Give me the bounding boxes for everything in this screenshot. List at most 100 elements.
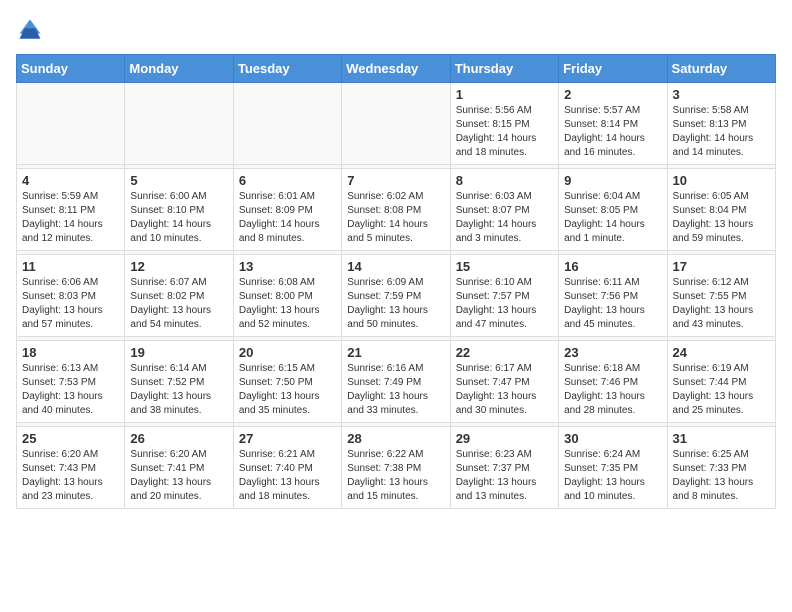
day-info: Sunrise: 6:03 AMSunset: 8:07 PMDaylight:… xyxy=(456,190,553,246)
day-header: Thursday xyxy=(450,55,558,83)
calendar-day-cell: 2Sunrise: 5:57 AMSunset: 8:14 PMDaylight… xyxy=(559,83,667,165)
day-number: 31 xyxy=(673,431,770,446)
day-info: Sunrise: 6:08 AMSunset: 8:00 PMDaylight:… xyxy=(239,276,336,332)
day-number: 17 xyxy=(673,259,770,274)
day-info: Sunrise: 6:09 AMSunset: 7:59 PMDaylight:… xyxy=(347,276,444,332)
calendar-day-cell: 16 Sunrise: 6:11 AMSunset: 7:56 PMDayligh… xyxy=(559,255,667,337)
day-info: Sunrise: 6:10 AMSunset: 7:57 PMDaylight:… xyxy=(456,276,553,332)
calendar-day-cell: 23 Sunrise: 6:18 AMSunset: 7:46 PMDayligh… xyxy=(559,341,667,423)
calendar-table: SundayMondayTuesdayWednesdayThursdayFrid… xyxy=(16,54,776,509)
day-info: Sunrise: 6:06 AMSunset: 8:03 PMDaylight:… xyxy=(22,276,119,332)
day-info: Sunrise: 6:24 AMSunset: 7:35 PMDaylight:… xyxy=(564,448,661,504)
day-info: Sunrise: 6:25 AMSunset: 7:33 PMDaylight:… xyxy=(673,448,770,504)
calendar-day-cell: 24Sunrise: 6:19 AMSunset: 7:44 PMDayligh… xyxy=(667,341,775,423)
day-info: Sunrise: 6:17 AMSunset: 7:47 PMDaylight:… xyxy=(456,362,553,418)
day-info: Sunrise: 6:07 AMSunset: 8:02 PMDaylight:… xyxy=(130,276,227,332)
calendar-week-row: 11 Sunrise: 6:06 AMSunset: 8:03 PMDayligh… xyxy=(17,255,776,337)
day-number: 29 xyxy=(456,431,553,446)
day-header: Wednesday xyxy=(342,55,450,83)
day-number: 7 xyxy=(347,173,444,188)
calendar-day-cell xyxy=(342,83,450,165)
day-info: Sunrise: 6:05 AMSunset: 8:04 PMDaylight:… xyxy=(673,190,770,246)
calendar-week-row: 1 Sunrise: 5:56 AMSunset: 8:15 PMDaylight… xyxy=(17,83,776,165)
calendar-day-cell: 17 Sunrise: 6:12 AMSunset: 7:55 PMDayligh… xyxy=(667,255,775,337)
calendar-day-cell: 15 Sunrise: 6:10 AMSunset: 7:57 PMDayligh… xyxy=(450,255,558,337)
day-number: 10 xyxy=(673,173,770,188)
day-number: 13 xyxy=(239,259,336,274)
calendar-day-cell: 19Sunrise: 6:14 AMSunset: 7:52 PMDayligh… xyxy=(125,341,233,423)
calendar-day-cell: 12Sunrise: 6:07 AMSunset: 8:02 PMDayligh… xyxy=(125,255,233,337)
day-info: Sunrise: 5:56 AMSunset: 8:15 PMDaylight:… xyxy=(456,104,553,160)
day-info: Sunrise: 6:22 AMSunset: 7:38 PMDaylight:… xyxy=(347,448,444,504)
calendar-week-row: 4 Sunrise: 5:59 AMSunset: 8:11 PMDaylight… xyxy=(17,169,776,251)
calendar-day-cell xyxy=(17,83,125,165)
calendar-day-cell: 30 Sunrise: 6:24 AMSunset: 7:35 PMDayligh… xyxy=(559,427,667,509)
day-number: 22 xyxy=(456,345,553,360)
day-info: Sunrise: 6:21 AMSunset: 7:40 PMDaylight:… xyxy=(239,448,336,504)
calendar-day-cell: 8 Sunrise: 6:03 AMSunset: 8:07 PMDaylight… xyxy=(450,169,558,251)
logo-icon xyxy=(16,16,44,44)
day-number: 18 xyxy=(22,345,119,360)
day-number: 25 xyxy=(22,431,119,446)
day-number: 21 xyxy=(347,345,444,360)
day-number: 9 xyxy=(564,173,661,188)
calendar-day-cell: 11 Sunrise: 6:06 AMSunset: 8:03 PMDayligh… xyxy=(17,255,125,337)
day-info: Sunrise: 6:00 AMSunset: 8:10 PMDaylight:… xyxy=(130,190,227,246)
day-number: 1 xyxy=(456,87,553,102)
calendar-day-cell: 9 Sunrise: 6:04 AMSunset: 8:05 PMDaylight… xyxy=(559,169,667,251)
day-info: Sunrise: 5:57 AMSunset: 8:14 PMDaylight:… xyxy=(564,104,661,160)
calendar-day-cell: 20 Sunrise: 6:15 AMSunset: 7:50 PMDayligh… xyxy=(233,341,341,423)
day-info: Sunrise: 6:20 AMSunset: 7:41 PMDaylight:… xyxy=(130,448,227,504)
calendar-day-cell: 4 Sunrise: 5:59 AMSunset: 8:11 PMDaylight… xyxy=(17,169,125,251)
day-info: Sunrise: 5:59 AMSunset: 8:11 PMDaylight:… xyxy=(22,190,119,246)
calendar-day-cell: 1 Sunrise: 5:56 AMSunset: 8:15 PMDaylight… xyxy=(450,83,558,165)
day-info: Sunrise: 6:13 AMSunset: 7:53 PMDaylight:… xyxy=(22,362,119,418)
calendar-week-row: 25 Sunrise: 6:20 AMSunset: 7:43 PMDayligh… xyxy=(17,427,776,509)
day-info: Sunrise: 6:20 AMSunset: 7:43 PMDaylight:… xyxy=(22,448,119,504)
day-header: Saturday xyxy=(667,55,775,83)
day-info: Sunrise: 5:58 AMSunset: 8:13 PMDaylight:… xyxy=(673,104,770,160)
calendar-day-cell: 27 Sunrise: 6:21 AMSunset: 7:40 PMDayligh… xyxy=(233,427,341,509)
day-number: 30 xyxy=(564,431,661,446)
day-number: 8 xyxy=(456,173,553,188)
day-number: 15 xyxy=(456,259,553,274)
day-info: Sunrise: 6:15 AMSunset: 7:50 PMDaylight:… xyxy=(239,362,336,418)
day-number: 27 xyxy=(239,431,336,446)
day-header: Friday xyxy=(559,55,667,83)
day-info: Sunrise: 6:12 AMSunset: 7:55 PMDaylight:… xyxy=(673,276,770,332)
calendar-day-cell: 13 Sunrise: 6:08 AMSunset: 8:00 PMDayligh… xyxy=(233,255,341,337)
day-header: Monday xyxy=(125,55,233,83)
day-number: 11 xyxy=(22,259,119,274)
logo xyxy=(16,16,48,44)
day-info: Sunrise: 6:02 AMSunset: 8:08 PMDaylight:… xyxy=(347,190,444,246)
day-number: 5 xyxy=(130,173,227,188)
calendar-day-cell xyxy=(125,83,233,165)
calendar-day-cell: 31 Sunrise: 6:25 AMSunset: 7:33 PMDayligh… xyxy=(667,427,775,509)
day-number: 19 xyxy=(130,345,227,360)
day-number: 4 xyxy=(22,173,119,188)
calendar-day-cell: 22 Sunrise: 6:17 AMSunset: 7:47 PMDayligh… xyxy=(450,341,558,423)
calendar-day-cell: 21 Sunrise: 6:16 AMSunset: 7:49 PMDayligh… xyxy=(342,341,450,423)
day-info: Sunrise: 6:23 AMSunset: 7:37 PMDaylight:… xyxy=(456,448,553,504)
calendar-day-cell: 29 Sunrise: 6:23 AMSunset: 7:37 PMDayligh… xyxy=(450,427,558,509)
day-number: 16 xyxy=(564,259,661,274)
calendar-day-cell: 18 Sunrise: 6:13 AMSunset: 7:53 PMDayligh… xyxy=(17,341,125,423)
calendar-day-cell: 5 Sunrise: 6:00 AMSunset: 8:10 PMDaylight… xyxy=(125,169,233,251)
day-info: Sunrise: 6:04 AMSunset: 8:05 PMDaylight:… xyxy=(564,190,661,246)
calendar-day-cell: 6 Sunrise: 6:01 AMSunset: 8:09 PMDaylight… xyxy=(233,169,341,251)
day-number: 23 xyxy=(564,345,661,360)
day-info: Sunrise: 6:16 AMSunset: 7:49 PMDaylight:… xyxy=(347,362,444,418)
day-number: 20 xyxy=(239,345,336,360)
calendar-day-cell: 25 Sunrise: 6:20 AMSunset: 7:43 PMDayligh… xyxy=(17,427,125,509)
day-info: Sunrise: 6:18 AMSunset: 7:46 PMDaylight:… xyxy=(564,362,661,418)
page-header xyxy=(16,16,776,44)
day-info: Sunrise: 6:01 AMSunset: 8:09 PMDaylight:… xyxy=(239,190,336,246)
day-info: Sunrise: 6:11 AMSunset: 7:56 PMDaylight:… xyxy=(564,276,661,332)
day-header: Tuesday xyxy=(233,55,341,83)
day-number: 6 xyxy=(239,173,336,188)
day-number: 14 xyxy=(347,259,444,274)
day-header: Sunday xyxy=(17,55,125,83)
calendar-week-row: 18 Sunrise: 6:13 AMSunset: 7:53 PMDayligh… xyxy=(17,341,776,423)
day-number: 28 xyxy=(347,431,444,446)
calendar-day-cell: 26Sunrise: 6:20 AMSunset: 7:41 PMDayligh… xyxy=(125,427,233,509)
